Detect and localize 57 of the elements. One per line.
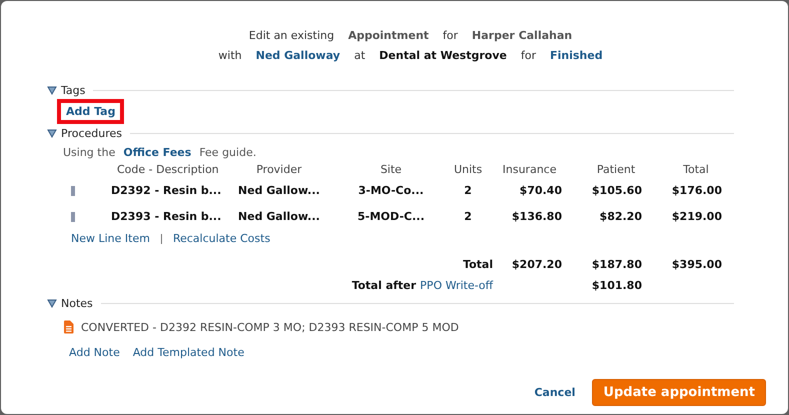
header-link[interactable]: Finished bbox=[550, 49, 603, 63]
fee-guide-link[interactable]: Office Fees bbox=[123, 146, 192, 160]
write-off-link[interactable]: PPO Write-off bbox=[420, 279, 493, 292]
header-text: Harper Callahan bbox=[472, 29, 572, 43]
collapse-triangle-icon[interactable] bbox=[47, 86, 57, 94]
total-value: $207.20 bbox=[510, 257, 563, 273]
column-header: Insurance bbox=[502, 162, 558, 178]
table-cell-text: Ned Gallow... bbox=[237, 183, 321, 199]
drag-handle-icon[interactable] bbox=[71, 186, 75, 196]
total-value: $101.80 bbox=[590, 278, 643, 294]
collapse-triangle-icon[interactable] bbox=[47, 128, 57, 138]
fee-guide-text: Using the bbox=[63, 146, 116, 160]
table-cell-text: $105.60 bbox=[590, 183, 643, 199]
table-cell-text: $136.80 bbox=[510, 209, 563, 225]
section-title: Tags bbox=[61, 84, 86, 96]
column-header: Code - Description bbox=[117, 162, 219, 178]
total-value: $187.80 bbox=[590, 257, 643, 273]
header-text: Dental at Westgrove bbox=[379, 49, 507, 63]
fee-guide-text: Fee guide. bbox=[199, 146, 256, 160]
table-cell-text: $176.00 bbox=[670, 183, 723, 199]
collapse-triangle-icon[interactable] bbox=[47, 298, 57, 308]
column-header: Site bbox=[379, 162, 403, 178]
table-cell-text: Ned Gallow... bbox=[237, 209, 321, 225]
table-cell-text: D2392 - Resin b... bbox=[111, 183, 219, 199]
total-label: Total bbox=[462, 258, 493, 271]
header-text: with bbox=[218, 49, 242, 63]
table-cell-text: D2393 - Resin b... bbox=[111, 209, 219, 225]
cancel-link[interactable]: Cancel bbox=[534, 386, 576, 399]
table-cell-text: 5-MOD-C... bbox=[356, 209, 426, 225]
header-text: for bbox=[520, 49, 536, 63]
header-text: Appointment bbox=[348, 29, 429, 43]
header-text: Edit an existing bbox=[248, 29, 334, 43]
column-header: Patient bbox=[596, 162, 636, 178]
note-text: CONVERTED - D2392 RESIN-COMP 3 MO; D2393 RESIN-COMP 5 MOD bbox=[81, 320, 459, 334]
note-link[interactable]: Add Note bbox=[69, 346, 120, 359]
column-header: Units bbox=[452, 162, 484, 178]
table-cell-text: $219.00 bbox=[670, 209, 723, 225]
table-cell-text: $82.20 bbox=[598, 209, 643, 225]
table-cell-text: 2 bbox=[463, 183, 473, 199]
total-label: Total after bbox=[352, 279, 416, 292]
column-header: Provider bbox=[255, 162, 303, 178]
table-cell-text: 3-MO-Co... bbox=[357, 183, 425, 199]
column-header: Total bbox=[682, 162, 710, 178]
add-tag-link[interactable]: Add Tag bbox=[66, 105, 116, 118]
note-link[interactable]: Add Templated Note bbox=[132, 346, 244, 359]
table-cell-text: $70.40 bbox=[518, 183, 563, 199]
procedure-link[interactable]: Recalculate Costs bbox=[172, 232, 270, 246]
header-text: for bbox=[442, 29, 458, 43]
total-value: $395.00 bbox=[670, 257, 723, 273]
header-link[interactable]: Ned Galloway bbox=[256, 49, 340, 63]
document-icon[interactable] bbox=[63, 320, 74, 334]
table-cell-text: 2 bbox=[463, 209, 473, 225]
drag-handle-icon[interactable] bbox=[71, 212, 75, 222]
section-title: Notes bbox=[61, 296, 93, 310]
header-text: at bbox=[354, 49, 366, 63]
section-title: Procedures bbox=[61, 126, 122, 140]
procedure-link[interactable]: New Line Item bbox=[71, 232, 150, 246]
